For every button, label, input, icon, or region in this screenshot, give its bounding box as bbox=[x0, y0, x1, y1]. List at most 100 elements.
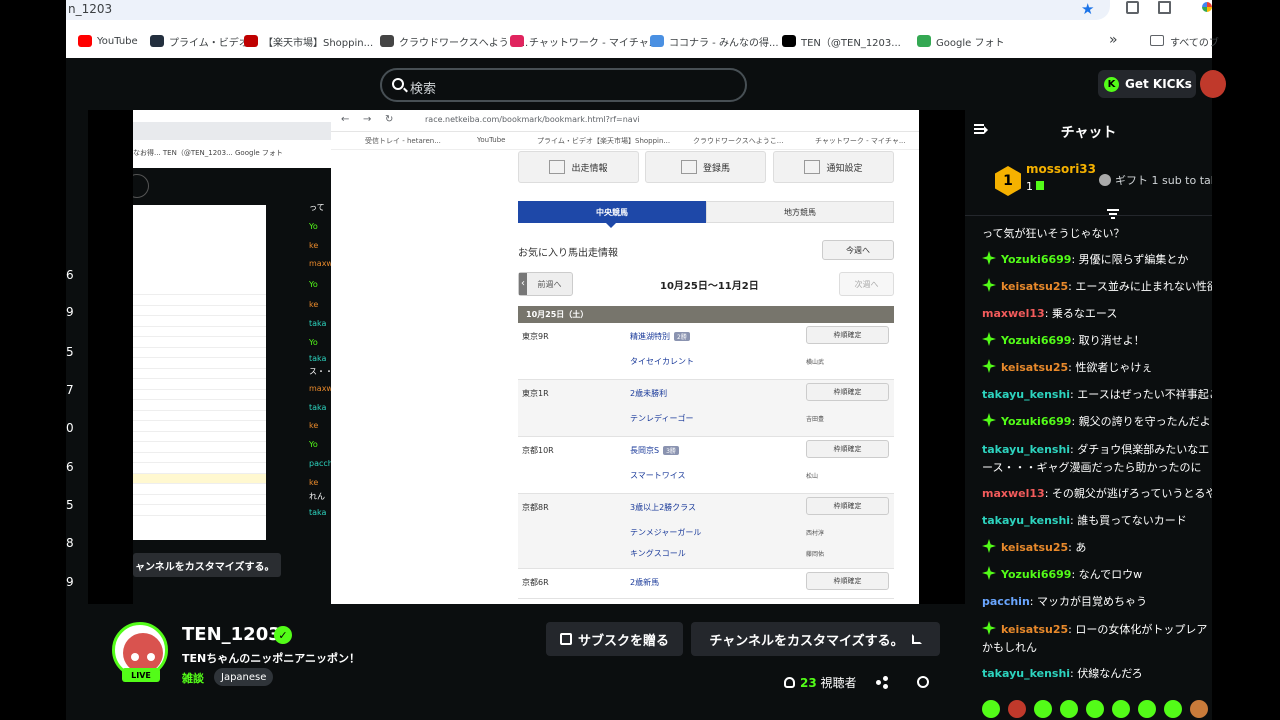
emote-icon[interactable] bbox=[1190, 700, 1208, 718]
chat-username[interactable]: maxwel13 bbox=[982, 487, 1045, 500]
chat-username[interactable]: Yozuki6699 bbox=[1001, 568, 1071, 581]
emote-icon[interactable] bbox=[1008, 700, 1026, 718]
nested-browser-chrome: なお得... TEN（@TEN_1203... Google フォト bbox=[133, 110, 333, 168]
follow-icon[interactable] bbox=[917, 676, 929, 688]
strip-number: 7 bbox=[66, 383, 74, 397]
jockey-name: 横山武 bbox=[806, 359, 825, 366]
chat-username[interactable]: keisatsu25 bbox=[1001, 361, 1068, 374]
emote-icon[interactable] bbox=[1086, 700, 1104, 718]
bookmark-item[interactable]: TEN（@TEN_1203... bbox=[782, 30, 901, 52]
nested-table-row bbox=[133, 422, 266, 432]
live-badge: LIVE bbox=[122, 668, 160, 682]
chat-username[interactable]: takayu_kenshi bbox=[982, 667, 1070, 680]
share-icon[interactable] bbox=[876, 676, 888, 689]
nested-chat-line: ke bbox=[309, 421, 319, 430]
bookmark-item[interactable]: クラウドワークスへようこ... bbox=[380, 30, 528, 52]
emote-icon[interactable] bbox=[1164, 700, 1182, 718]
chat-username[interactable]: maxwel13 bbox=[982, 307, 1045, 320]
nested-table-row bbox=[133, 285, 266, 295]
chat-username[interactable]: takayu_kenshi bbox=[982, 388, 1070, 401]
chat-username[interactable]: Yozuki6699 bbox=[1001, 253, 1071, 266]
chat-message: keisatsu25: エース並みに止まれない性欲 bbox=[982, 278, 1212, 296]
bookmark-item[interactable]: チャットワーク - マイチャ... bbox=[510, 30, 658, 52]
emote-icon[interactable] bbox=[1034, 700, 1052, 718]
bookmark-item[interactable]: ココナラ - みんなの得... bbox=[650, 30, 779, 52]
race-name: 3歳以上2勝クラス bbox=[630, 502, 696, 513]
race-name: 精進湖特別 2勝 bbox=[630, 331, 690, 342]
bookmark-favicon-icon bbox=[244, 35, 258, 47]
chat-username[interactable]: keisatsu25 bbox=[1001, 541, 1068, 554]
emote-icon[interactable] bbox=[1112, 700, 1130, 718]
nk-bookmark-item: YouTube bbox=[477, 136, 506, 144]
viewer-count-value: 23 bbox=[800, 676, 817, 690]
strip-number: 0 bbox=[66, 421, 74, 435]
date-range: 10月25日～11月2日 bbox=[660, 281, 759, 292]
chat-text: : 性欲者じゃけぇ bbox=[1068, 361, 1153, 374]
video-player[interactable]: なお得... TEN（@TEN_1203... Google フォト ャンネルを… bbox=[88, 110, 965, 604]
address-bar[interactable]: n_1203 bbox=[66, 0, 1110, 20]
emote-icon[interactable] bbox=[1060, 700, 1078, 718]
date-header: 10月25日（土） bbox=[518, 306, 894, 323]
profile-icon[interactable] bbox=[1202, 2, 1212, 12]
all-bookmarks-label[interactable]: すべてのブ bbox=[1170, 30, 1219, 52]
stream-category[interactable]: 雑談 bbox=[182, 670, 204, 686]
chat-message: keisatsu25: ローの女体化がトップレアかもしれん bbox=[982, 621, 1212, 657]
chat-username[interactable]: takayu_kenshi bbox=[982, 443, 1070, 456]
jockey-name: 西村淳 bbox=[806, 530, 825, 537]
gift-username: mossori33 bbox=[1026, 162, 1097, 176]
nested-table-row bbox=[133, 495, 266, 505]
filter-icon[interactable] bbox=[1107, 209, 1119, 219]
language-tag[interactable]: Japanese bbox=[214, 668, 274, 686]
extension-icon[interactable] bbox=[1126, 1, 1139, 14]
nested-table-row bbox=[133, 306, 266, 316]
bookmark-item[interactable]: YouTube bbox=[78, 30, 138, 52]
user-avatar[interactable] bbox=[1200, 70, 1226, 98]
chat-text: : あ bbox=[1068, 541, 1087, 554]
chat-text: : 取り消せよ！ bbox=[1071, 334, 1145, 347]
folder-icon[interactable] bbox=[1150, 35, 1164, 46]
browser-chrome: n_1203 ★ » すべてのブ YouTube プライム・ビデオ 【楽天市場】Sh… bbox=[66, 0, 1219, 58]
chat-username[interactable]: Yozuki6699 bbox=[1001, 415, 1071, 428]
gift-leaderboard[interactable]: 1 mossori33 1 ギフト 1 sub to take bbox=[965, 154, 1212, 216]
chat-text: : 乗るなエース bbox=[1044, 307, 1118, 320]
nk-bookmark-item: クラウドワークスへようこ... bbox=[693, 137, 784, 145]
race-row: 京都8R 3歳以上2勝クラス 枠順確定 テンメジャーガール 西村淳 キングスコール 藤岡佑 bbox=[518, 494, 894, 569]
verified-badge-icon bbox=[982, 332, 996, 346]
draw-fixed-button: 枠順確定 bbox=[806, 326, 889, 344]
customize-channel-button[interactable]: チャンネルをカスタマイズする。 bbox=[691, 622, 940, 656]
get-kicks-button[interactable]: K Get KICKs bbox=[1098, 70, 1196, 98]
chat-username[interactable]: keisatsu25 bbox=[1001, 280, 1068, 293]
chat-username[interactable]: Yozuki6699 bbox=[1001, 334, 1071, 347]
puzzle-icon[interactable] bbox=[1158, 1, 1171, 14]
race-row: 東京9R 精進湖特別 2勝 枠順確定 タイセイカレント 横山武 bbox=[518, 323, 894, 380]
tab-registered: 登録馬 bbox=[645, 151, 766, 183]
race-name-text: 精進湖特別 bbox=[630, 332, 670, 341]
race-name: 長岡京S 3勝 bbox=[630, 445, 679, 456]
more-bookmarks-icon[interactable]: » bbox=[1109, 32, 1118, 48]
gift-sub-button[interactable]: サブスクを贈る bbox=[546, 622, 683, 656]
search-input[interactable]: 検索 bbox=[380, 68, 747, 102]
race-venue: 東京9R bbox=[522, 332, 549, 341]
race-name-text: 3歳以上2勝クラス bbox=[630, 503, 697, 512]
chat-username[interactable]: pacchin bbox=[982, 595, 1030, 608]
draw-fixed-button: 枠順確定 bbox=[806, 440, 889, 458]
chat-text: : 親父の誇りを守ったんだよ bbox=[1071, 415, 1211, 428]
horse-name: キングスコール bbox=[630, 549, 686, 558]
nested-customize-button: ャンネルをカスタマイズする。 bbox=[133, 553, 281, 577]
emote-icon[interactable] bbox=[982, 700, 1000, 718]
reload-icon: ↻ bbox=[385, 114, 394, 125]
bookmark-item[interactable]: プライム・ビデオ bbox=[150, 30, 249, 52]
horse-name: スマートワイス bbox=[630, 471, 686, 480]
chat-username[interactable]: keisatsu25 bbox=[1001, 623, 1068, 636]
bookmark-favicon-icon bbox=[150, 35, 164, 47]
channel-name[interactable]: TEN_1203 bbox=[182, 624, 281, 645]
verified-badge-icon bbox=[982, 359, 996, 373]
race-venue: 京都8R bbox=[522, 503, 549, 512]
bookmark-star-icon[interactable]: ★ bbox=[1081, 0, 1094, 18]
bookmark-item[interactable]: Google フォト bbox=[917, 30, 1004, 52]
chat-text: : その親父が逃げろっていうとるやろ bbox=[1044, 487, 1212, 500]
emote-icon[interactable] bbox=[1138, 700, 1156, 718]
chat-username[interactable]: takayu_kenshi bbox=[982, 514, 1070, 527]
gift-count: 1 bbox=[1026, 180, 1044, 193]
bookmark-item[interactable]: 【楽天市場】Shoppin... bbox=[244, 30, 373, 52]
